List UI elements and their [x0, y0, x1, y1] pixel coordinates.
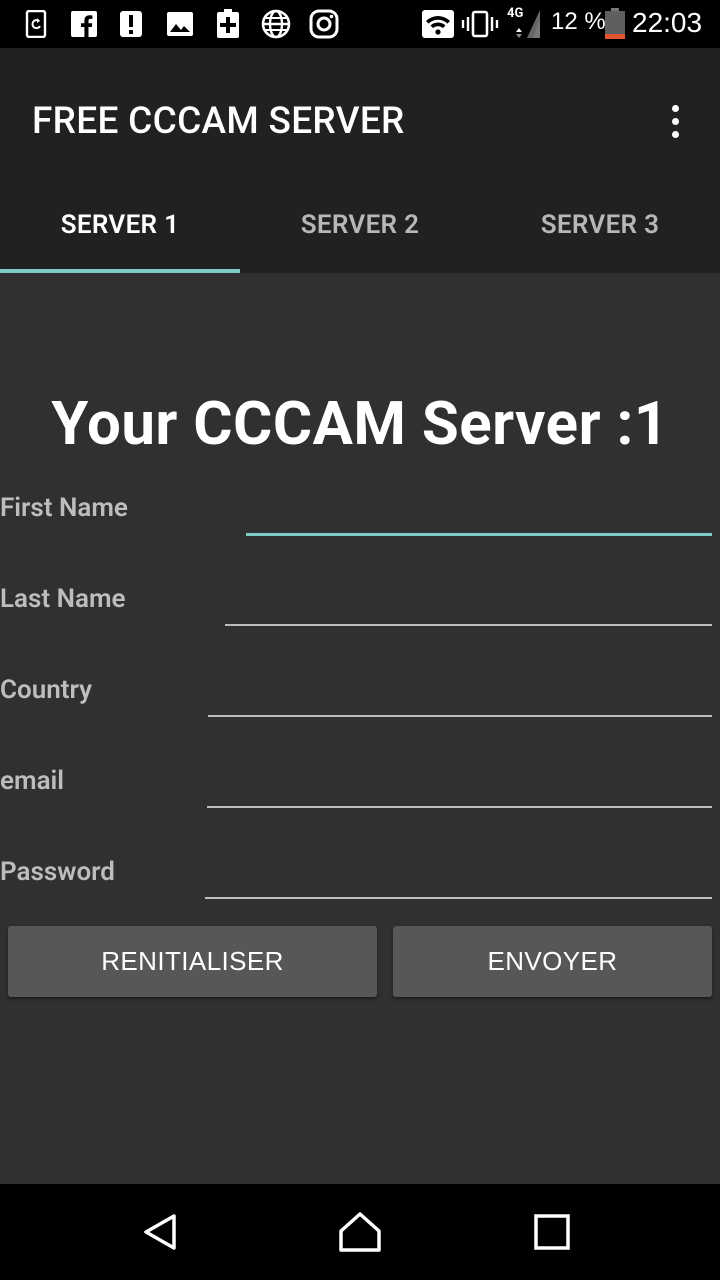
- back-icon[interactable]: [126, 1198, 194, 1266]
- overflow-menu-icon[interactable]: [660, 98, 692, 144]
- email-label: email: [0, 766, 65, 796]
- alert-icon: [118, 10, 144, 38]
- app-bar: FREE CCCAM SERVER SERVER 1 SERVER 2 SERV…: [0, 48, 720, 273]
- tab-bar: SERVER 1 SERVER 2 SERVER 3: [0, 180, 720, 273]
- battery-low-icon: [603, 8, 627, 39]
- active-tab-indicator: [0, 269, 240, 273]
- email-row: email: [0, 766, 720, 826]
- country-row: Country: [0, 675, 720, 735]
- password-input[interactable]: [205, 857, 712, 899]
- instagram-icon: [308, 9, 340, 39]
- vibrate-icon: [460, 10, 500, 38]
- navigation-bar: [0, 1184, 720, 1280]
- last-name-label: Last Name: [0, 584, 126, 614]
- sync-app-icon: [24, 10, 48, 38]
- status-bar: 4G 12 % 22:03: [0, 0, 720, 48]
- recents-icon[interactable]: [518, 1198, 586, 1266]
- home-icon[interactable]: [326, 1198, 394, 1266]
- cell-signal-icon: [506, 10, 542, 38]
- image-icon: [165, 10, 195, 38]
- password-label: Password: [0, 857, 115, 887]
- first-name-label: First Name: [0, 493, 128, 523]
- facebook-icon: [70, 10, 98, 38]
- sim-plus-icon: [214, 9, 242, 38]
- first-name-input[interactable]: [246, 493, 712, 536]
- tab-server-1[interactable]: SERVER 1: [0, 180, 240, 273]
- submit-button[interactable]: ENVOYER: [393, 926, 712, 997]
- country-input[interactable]: [208, 675, 712, 717]
- reset-button[interactable]: RENITIALISER: [8, 926, 377, 997]
- wifi-icon: [420, 10, 456, 38]
- server-title: Your CCCAM Server :1: [51, 388, 669, 459]
- first-name-row: First Name: [0, 493, 720, 553]
- clock: 22:03: [632, 7, 703, 38]
- password-row: Password: [0, 857, 720, 917]
- last-name-input[interactable]: [225, 584, 712, 626]
- tab-server-3[interactable]: SERVER 3: [480, 180, 720, 273]
- battery-percent: 12 %: [551, 8, 606, 35]
- country-label: Country: [0, 675, 92, 705]
- globe-icon: [260, 9, 292, 39]
- tab-server-2[interactable]: SERVER 2: [240, 180, 480, 273]
- email-input[interactable]: [207, 766, 712, 808]
- app-title: FREE CCCAM SERVER: [32, 100, 405, 143]
- last-name-row: Last Name: [0, 584, 720, 644]
